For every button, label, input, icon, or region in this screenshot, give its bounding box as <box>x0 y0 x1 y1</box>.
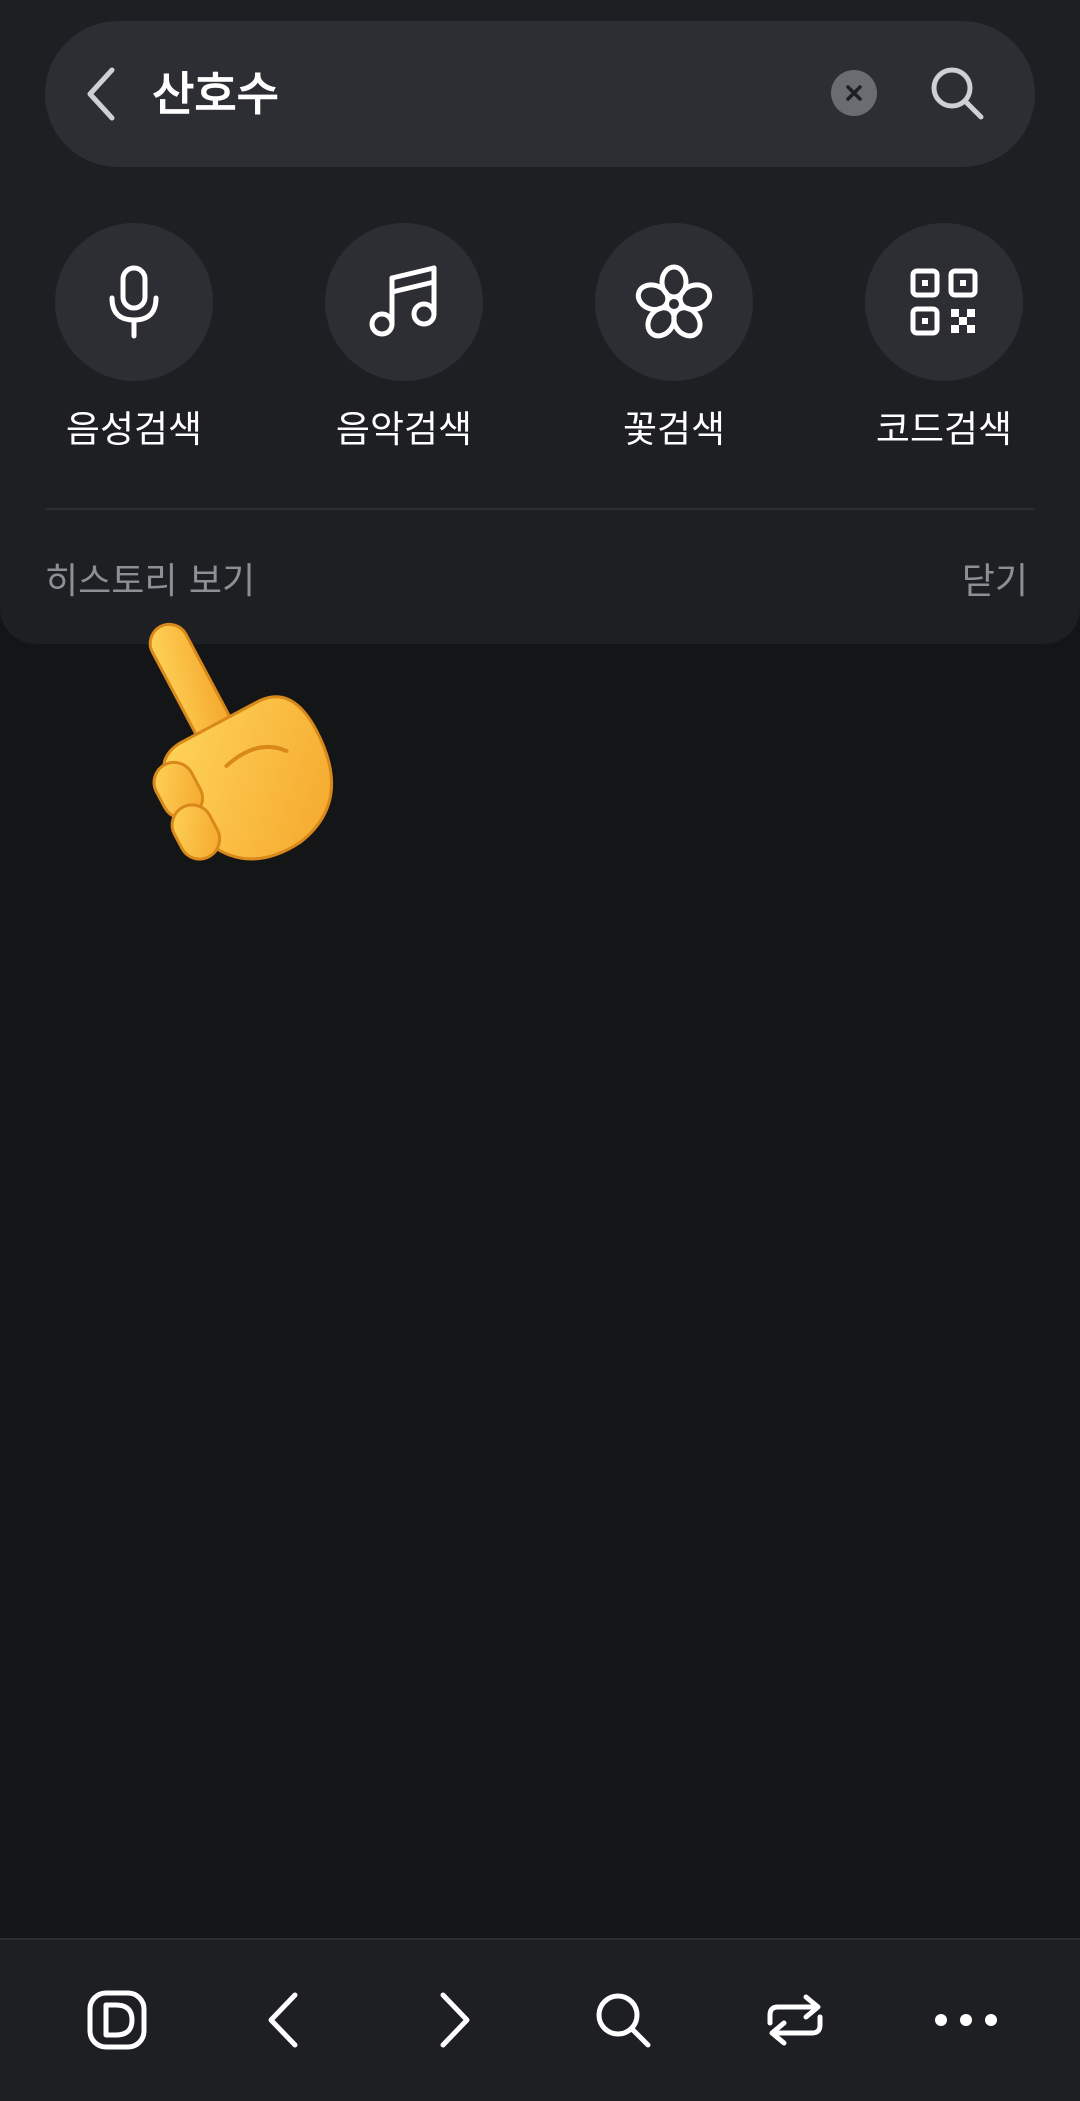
nav-back-button[interactable] <box>243 1980 323 2060</box>
music-search-circle <box>325 223 483 381</box>
search-icon <box>931 67 984 120</box>
back-button[interactable] <box>70 57 130 131</box>
search-query[interactable]: 산호수 <box>152 56 279 132</box>
code-search-label: 코드검색 <box>875 408 1013 451</box>
flower-icon <box>635 264 713 339</box>
microphone-icon <box>109 265 159 339</box>
close-icon <box>846 85 862 101</box>
toolbar-search-button[interactable] <box>583 1980 663 2060</box>
view-history-button[interactable]: 히스토리 보기 <box>45 552 255 604</box>
search-panel: 산호수 음성검색 음악검색 꽃검색 코드검색 히스토리 보기 닫기 <box>0 0 1080 644</box>
clear-search-button[interactable] <box>831 70 877 116</box>
tabs-button[interactable] <box>755 1980 835 2060</box>
music-note-icon <box>369 265 437 337</box>
divider <box>45 508 1035 510</box>
bottom-toolbar <box>0 1938 1080 2101</box>
code-search-circle <box>865 223 1023 381</box>
screen: 산호수 음성검색 음악검색 꽃검색 코드검색 히스토리 보기 닫기 <box>0 0 1080 2101</box>
close-panel-button[interactable]: 닫기 <box>962 552 1028 604</box>
voice-search-button[interactable]: 음성검색 <box>34 223 234 453</box>
more-button[interactable] <box>926 1980 1006 2060</box>
tabs-switch-icon <box>767 1994 823 2046</box>
more-icon <box>935 2014 997 2026</box>
flower-search-circle <box>595 223 753 381</box>
forward-arrow-icon <box>440 1992 470 2048</box>
pointing-hand-icon <box>148 622 334 861</box>
nav-forward-button[interactable] <box>415 1980 495 2060</box>
back-arrow-icon <box>268 1992 298 2048</box>
daum-logo-icon <box>87 1990 147 2050</box>
home-button[interactable] <box>77 1980 157 2060</box>
qr-code-icon <box>910 268 978 336</box>
flower-search-label: 꽃검색 <box>622 408 726 451</box>
voice-search-circle <box>55 223 213 381</box>
search-submit-button[interactable] <box>922 58 992 128</box>
music-search-button[interactable]: 음악검색 <box>304 223 504 453</box>
chevron-left-icon <box>87 67 115 121</box>
flower-search-button[interactable]: 꽃검색 <box>574 223 774 453</box>
music-search-label: 음악검색 <box>335 408 473 451</box>
voice-search-label: 음성검색 <box>65 408 203 451</box>
search-icon <box>596 1993 651 2048</box>
code-search-button[interactable]: 코드검색 <box>844 223 1044 453</box>
